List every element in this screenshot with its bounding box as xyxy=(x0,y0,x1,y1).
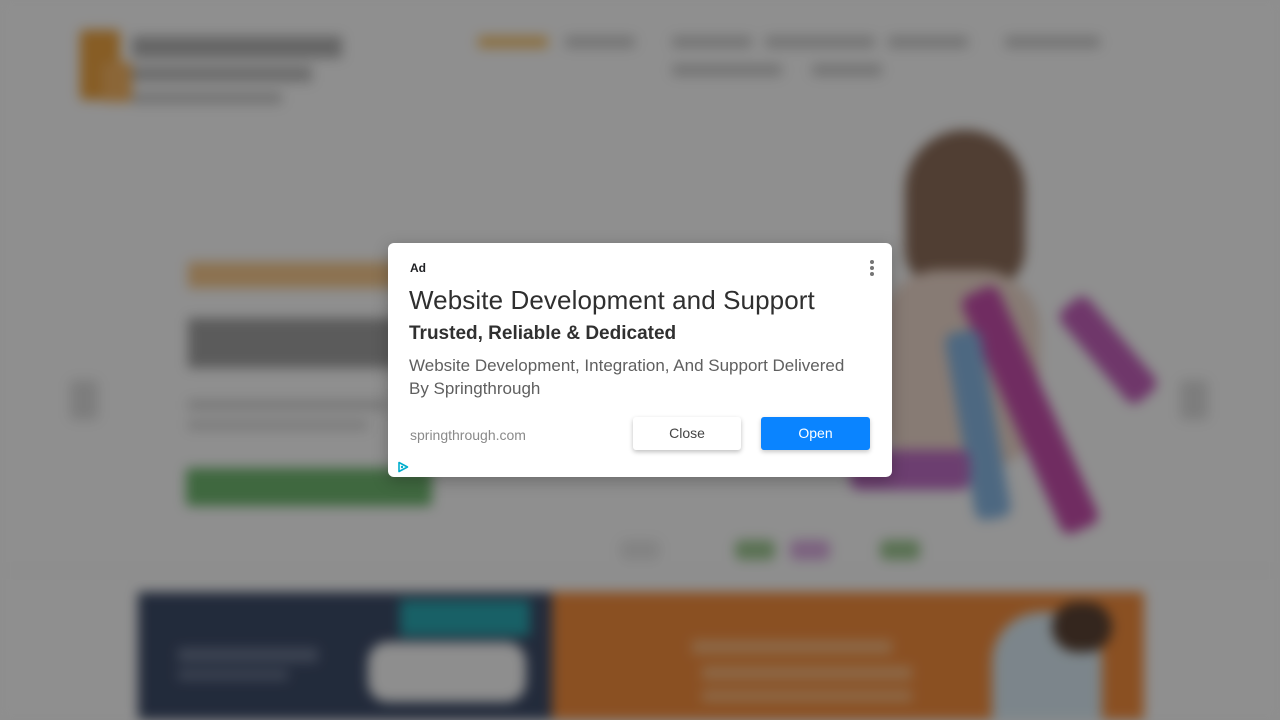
ad-subheadline: Trusted, Reliable & Dedicated xyxy=(409,323,677,344)
page: Ad Website Development and Support Trust… xyxy=(0,0,1280,720)
ad-headline[interactable]: Website Development and Support xyxy=(409,285,815,316)
ad-description: Website Development, Integration, And Su… xyxy=(409,356,845,398)
ad-domain-link[interactable]: springthrough.com xyxy=(410,427,526,443)
open-button[interactable]: Open xyxy=(761,417,870,450)
ad-dialog: Ad Website Development and Support Trust… xyxy=(388,243,892,477)
ad-label: Ad xyxy=(410,261,426,275)
more-vertical-icon[interactable] xyxy=(866,258,878,278)
adchoices-icon[interactable] xyxy=(397,461,409,473)
close-button[interactable]: Close xyxy=(633,417,741,450)
